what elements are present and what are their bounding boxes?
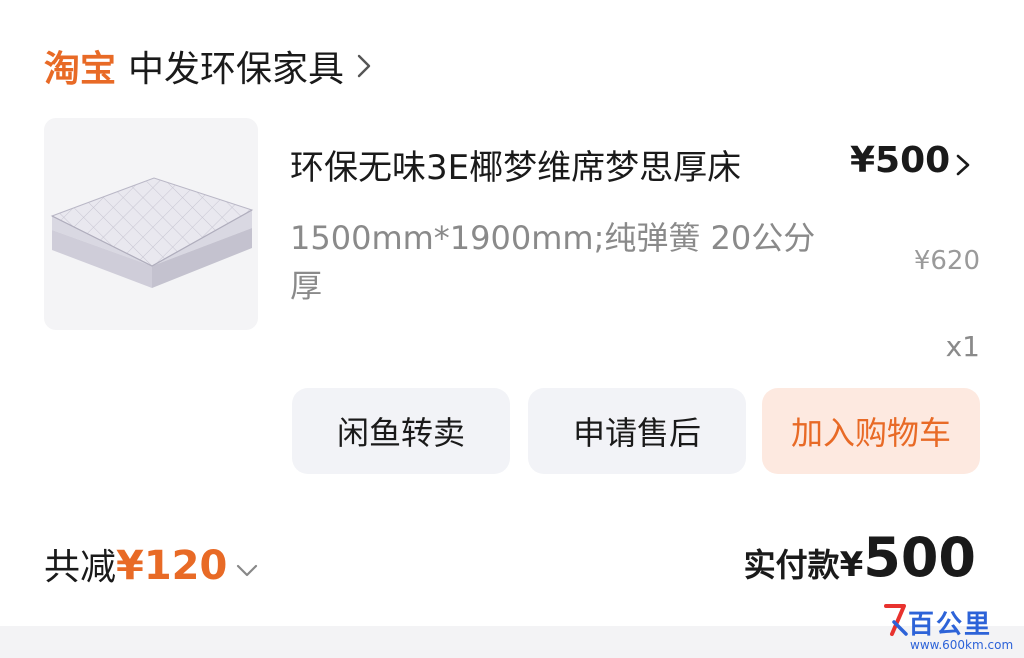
paid-currency: ¥ xyxy=(839,545,864,585)
product-title[interactable]: 环保无味3E椰梦维席梦思厚床 xyxy=(290,140,741,189)
watermark-text: 百公里 xyxy=(908,610,993,640)
discount-label: 共减 xyxy=(44,547,117,588)
store-name[interactable]: 中发环保家具 xyxy=(128,40,344,92)
chevron-down-icon[interactable] xyxy=(235,563,259,579)
discount-summary[interactable]: 共减 ¥120 xyxy=(44,538,259,598)
watermark-url: www.600km.com xyxy=(910,638,1014,652)
after-sale-button[interactable]: 申请售后 xyxy=(528,388,746,474)
paid-label: 实付款 xyxy=(743,546,840,584)
product-spec: 1500mm*1900mm;纯弹簧 20公分厚 xyxy=(290,219,816,305)
taobao-logo: 淘宝 xyxy=(44,49,117,90)
store-header[interactable]: 淘宝 中发环保家具 xyxy=(44,40,372,92)
section-divider xyxy=(0,626,1024,658)
resell-button[interactable]: 闲鱼转卖 xyxy=(292,388,510,474)
watermark: 百公里 www.600km.com xyxy=(880,600,1020,656)
paid-value: 500 xyxy=(863,526,976,589)
mattress-image xyxy=(50,177,254,288)
product-thumbnail[interactable] xyxy=(44,118,258,330)
quantity: x1 xyxy=(945,330,980,363)
product-price: ¥500 xyxy=(850,140,951,181)
chevron-right-icon[interactable] xyxy=(956,152,970,178)
chevron-right-icon[interactable] xyxy=(356,51,372,81)
discount-value: ¥120 xyxy=(116,543,228,589)
add-to-cart-button[interactable]: 加入购物车 xyxy=(762,388,980,474)
paid-amount: 实付款 ¥ 500 xyxy=(720,526,976,589)
original-price: ¥620 xyxy=(913,246,980,276)
watermark-logo-icon xyxy=(884,604,908,636)
